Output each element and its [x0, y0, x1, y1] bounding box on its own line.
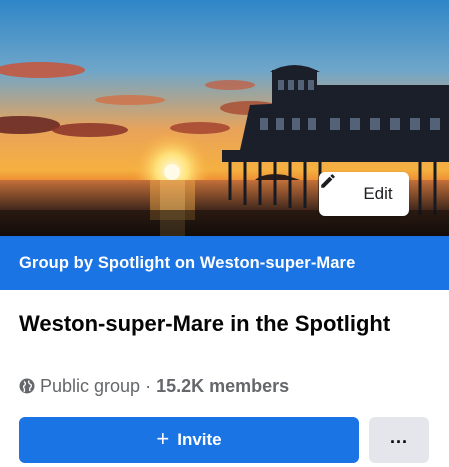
privacy-label[interactable]: Public group [40, 376, 140, 397]
members-count[interactable]: 15.2K members [156, 376, 289, 397]
globe-icon [19, 378, 35, 394]
group-by-banner[interactable]: Group by Spotlight on Weston-super-Mare [0, 236, 449, 290]
ellipsis-icon: ... [389, 426, 408, 447]
more-options-button[interactable]: ... [369, 417, 429, 463]
group-by-text: Group by Spotlight on Weston-super-Mare [19, 253, 356, 272]
pencil-icon [321, 174, 355, 204]
meta-separator: · [145, 375, 152, 396]
plus-icon: + [156, 426, 170, 451]
group-title[interactable]: Weston-super-Mare in the Spotlight [19, 309, 399, 338]
invite-button[interactable]: + Invite [19, 417, 359, 463]
edit-cover-button[interactable]: Edit [319, 172, 409, 216]
group-meta: Public group · 15.2K members [19, 374, 289, 398]
cover-photo[interactable]: Edit [0, 0, 449, 236]
edit-cover-label: Edit [363, 184, 393, 203]
invite-label: Invite [177, 430, 222, 449]
